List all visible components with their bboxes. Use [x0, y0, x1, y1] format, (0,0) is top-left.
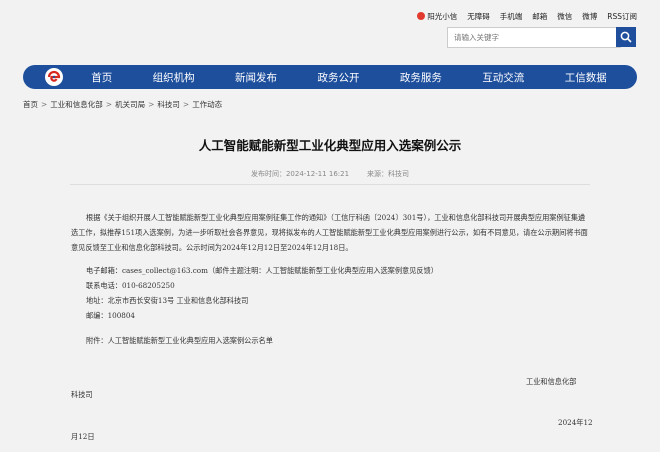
breadcrumb-separator: >: [182, 100, 190, 109]
divider: [70, 184, 590, 185]
breadcrumb-sci-tech[interactable]: 科技司: [157, 100, 180, 109]
date-label: 发布时间：: [250, 170, 286, 178]
signature-dept: 科技司: [71, 390, 93, 399]
nav-gov-affairs[interactable]: 政务公开: [317, 70, 359, 85]
publish-date: 2024-12-11 16:21: [285, 170, 350, 178]
article-meta: 发布时间：2024-12-11 16:21 来源：科技司: [0, 169, 660, 179]
top-bar: 阳光小信 无障碍 手机端 邮箱 微信 微博 RSS订阅: [0, 0, 660, 62]
top-link-mobile[interactable]: 手机端: [500, 11, 523, 22]
top-link-accessibility[interactable]: 无障碍: [467, 11, 490, 22]
signature-org: 工业和信息化部: [526, 377, 577, 386]
site-logo[interactable]: [45, 68, 63, 86]
body-paragraph: 根据《关于组织开展人工智能赋能新型工业化典型应用案例征集工作的通知》（工信厅科函…: [71, 213, 588, 252]
nav-news[interactable]: 新闻发布: [235, 70, 277, 85]
article-title: 人工智能赋能新型工业化典型应用入选案例公示: [198, 138, 462, 153]
signature-date: 2024年12: [558, 418, 593, 427]
contact-address: 地址：北京市西长安街13号 工业和信息化部科技司: [86, 296, 249, 305]
contact-email: 电子邮箱：cases_collect@163.com（邮件主题注明：人工智能赋能…: [86, 266, 438, 275]
search-box: [447, 27, 636, 48]
breadcrumb: 首页 > 工业和信息化部 > 机关司局 > 科技司 > 工作动态: [23, 99, 222, 110]
breadcrumb-work-news[interactable]: 工作动态: [192, 100, 222, 109]
source-label: 来源：: [367, 170, 389, 178]
nav-organization[interactable]: 组织机构: [153, 70, 195, 85]
nav-home[interactable]: 首页: [91, 70, 112, 85]
main-nav: 首页 组织机构 新闻发布 政务公开 政务服务 互动交流 工信数据: [23, 65, 637, 89]
attachment-link[interactable]: 附件：人工智能赋能新型工业化典型应用入选案例公示名单: [86, 336, 566, 346]
top-links: 阳光小信 无障碍 手机端 邮箱 微信 微博 RSS订阅: [417, 11, 637, 22]
search-input[interactable]: [447, 27, 621, 48]
source: 科技司: [388, 170, 410, 178]
search-button[interactable]: [616, 27, 636, 47]
contact-phone: 联系电话：010-68205250: [86, 281, 175, 290]
top-link-sunshine[interactable]: 阳光小信: [417, 11, 457, 22]
contact-postcode: 邮编：100804: [86, 311, 136, 320]
logo-icon: [46, 69, 62, 85]
breadcrumb-separator: >: [41, 100, 48, 109]
top-link-rss[interactable]: RSS订阅: [607, 11, 637, 22]
breadcrumb-departments[interactable]: 机关司局: [115, 100, 145, 109]
nav-gov-services[interactable]: 政务服务: [400, 70, 442, 85]
breadcrumb-separator: >: [105, 100, 113, 109]
top-link-weibo[interactable]: 微博: [582, 11, 597, 22]
nav-interaction[interactable]: 互动交流: [482, 70, 524, 85]
signature-date-cont: 月12日: [71, 432, 95, 441]
sunshine-icon: [417, 12, 426, 20]
breadcrumb-miit[interactable]: 工业和信息化部: [50, 100, 103, 109]
breadcrumb-home[interactable]: 首页: [23, 100, 38, 109]
nav-data[interactable]: 工信数据: [565, 70, 607, 85]
top-link-wechat[interactable]: 微信: [557, 11, 572, 22]
breadcrumb-separator: >: [148, 100, 155, 109]
top-link-mail[interactable]: 邮箱: [532, 11, 547, 22]
search-icon: [620, 31, 632, 43]
